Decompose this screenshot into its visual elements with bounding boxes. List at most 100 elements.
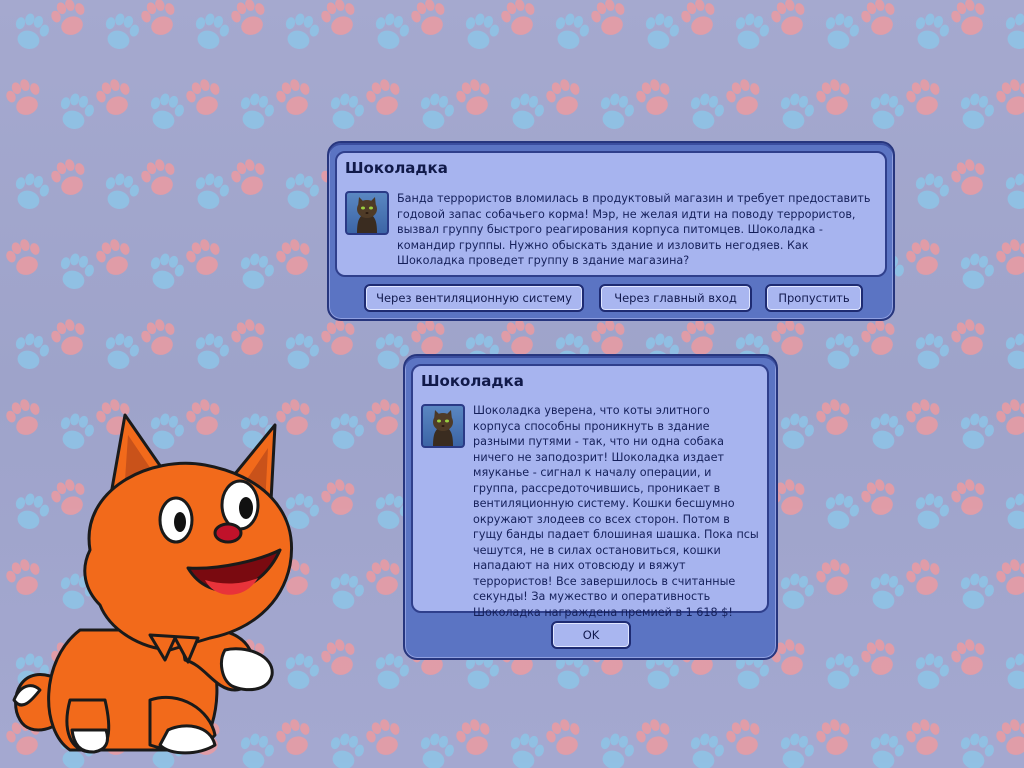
paw-print [137, 155, 182, 200]
paw-print [55, 250, 98, 294]
paw-print [595, 90, 638, 134]
dialog-title: Шоколадка [345, 159, 448, 177]
paw-print [137, 315, 182, 360]
paw-print [227, 315, 272, 360]
paw-print [775, 730, 818, 768]
paw-print [947, 155, 992, 200]
paw-print [235, 250, 278, 294]
paw-print [0, 315, 2, 360]
paw-print [362, 75, 407, 120]
paw-print [820, 650, 863, 694]
option-skip-button[interactable]: Пропустить [765, 284, 863, 312]
paw-print [137, 0, 182, 40]
paw-print [812, 715, 857, 760]
paw-print [235, 90, 278, 134]
paw-print [910, 330, 953, 374]
paw-print [145, 90, 188, 134]
paw-print [325, 570, 368, 614]
paw-print [865, 730, 908, 768]
dialog-title: Шоколадка [421, 372, 524, 390]
paw-print [10, 10, 53, 54]
paw-print [857, 315, 902, 360]
paw-print [317, 0, 362, 40]
paw-print [955, 250, 998, 294]
paw-print [317, 475, 362, 520]
paw-print [325, 730, 368, 768]
paw-print [992, 75, 1024, 120]
paw-print [325, 90, 368, 134]
paw-print [947, 635, 992, 680]
paw-print [1000, 650, 1024, 694]
paw-print [370, 650, 413, 694]
paw-print [910, 170, 953, 214]
paw-print [820, 330, 863, 374]
paw-print [775, 570, 818, 614]
result-dialog: Шоколадка Шоколадка уверена, что коты эл… [403, 354, 778, 660]
paw-print [460, 10, 503, 54]
paw-print [820, 10, 863, 54]
cat-portrait-icon [421, 404, 465, 448]
paw-print [902, 395, 947, 440]
option-main-entrance-button[interactable]: Через главный вход [599, 284, 752, 312]
paw-print [767, 0, 812, 40]
paw-print [812, 75, 857, 120]
paw-print [100, 330, 143, 374]
paw-print [550, 10, 593, 54]
paw-print [55, 90, 98, 134]
paw-print [865, 410, 908, 454]
paw-print [1000, 490, 1024, 534]
paw-print [317, 315, 362, 360]
paw-print [182, 235, 227, 280]
paw-print [100, 10, 143, 54]
paw-print [10, 170, 53, 214]
paw-print [820, 490, 863, 534]
paw-print [812, 395, 857, 440]
orange-kitten-mascot [12, 413, 293, 755]
paw-print [767, 315, 812, 360]
paw-print [992, 715, 1024, 760]
paw-print [992, 555, 1024, 600]
paw-print [92, 75, 137, 120]
paw-print [775, 90, 818, 134]
paw-print [947, 0, 992, 40]
paw-print [317, 635, 362, 680]
paw-print [902, 715, 947, 760]
paw-print [92, 235, 137, 280]
paw-print [685, 730, 728, 768]
paw-print [280, 170, 323, 214]
decision-message-text: Банда террористов вломилась в продуктовы… [397, 192, 871, 267]
paw-print [272, 75, 317, 120]
paw-print [857, 475, 902, 520]
paw-print [370, 10, 413, 54]
paw-print [955, 410, 998, 454]
paw-print [2, 235, 47, 280]
paw-print [902, 235, 947, 280]
cat-portrait-icon [345, 191, 389, 235]
paw-print [685, 90, 728, 134]
paw-print [722, 715, 767, 760]
paw-print [955, 730, 998, 768]
paw-print [362, 395, 407, 440]
paw-print [865, 570, 908, 614]
paw-print [227, 155, 272, 200]
paw-print [497, 0, 542, 40]
paw-print [865, 90, 908, 134]
paw-print [190, 10, 233, 54]
paw-print [100, 170, 143, 214]
paw-print [677, 0, 722, 40]
decision-dialog: Шоколадка Банда террористов вломилась в … [327, 141, 895, 321]
paw-print [857, 635, 902, 680]
paw-print [505, 90, 548, 134]
option-ventilation-button[interactable]: Через вентиляционную систему [364, 284, 584, 312]
paw-print [47, 0, 92, 40]
paw-print [595, 730, 638, 768]
paw-print [722, 75, 767, 120]
paw-print [227, 0, 272, 40]
paw-print [0, 155, 2, 200]
paw-print [325, 410, 368, 454]
paw-print [190, 330, 233, 374]
ok-button[interactable]: OK [551, 621, 631, 649]
paw-print [47, 315, 92, 360]
paw-print [182, 75, 227, 120]
paw-print [775, 410, 818, 454]
